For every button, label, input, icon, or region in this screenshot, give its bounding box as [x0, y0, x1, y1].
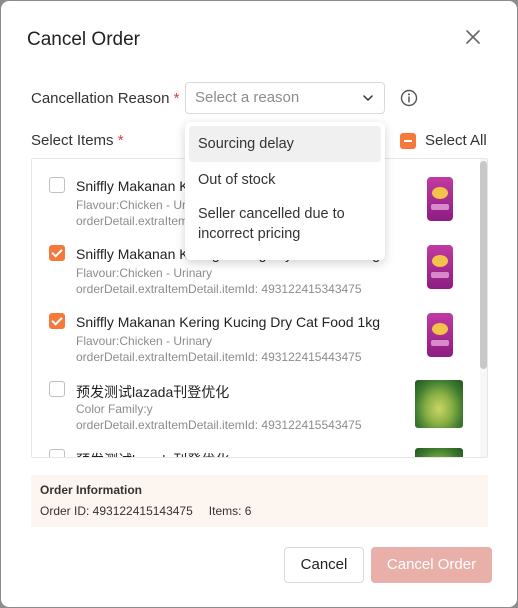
landscape-thumbnail	[415, 448, 463, 457]
reason-select[interactable]: Select a reason	[185, 82, 385, 114]
item-checkbox[interactable]	[49, 381, 65, 397]
reason-placeholder: Select a reason	[195, 89, 300, 106]
close-icon[interactable]	[463, 27, 483, 47]
order-information-row: Order ID: 493122415143475 Items: 6	[40, 504, 488, 518]
item-checkbox[interactable]	[49, 313, 65, 329]
cancel-button[interactable]: Cancel	[284, 547, 364, 583]
select-all-label: Select All	[425, 132, 487, 149]
reason-option-out-of-stock[interactable]: Out of stock	[189, 162, 381, 198]
cancellation-reason-text: Cancellation Reason	[31, 90, 170, 107]
item-name: 预发测试lazada刊登优化	[76, 384, 230, 400]
cat-food-bag-thumbnail	[427, 313, 453, 357]
cancel-order-dialog: Cancel Order Cancellation Reason * Selec…	[1, 1, 517, 607]
dialog-title: Cancel Order	[27, 29, 140, 50]
item-checkbox[interactable]	[49, 245, 65, 261]
select-items-text: Select Items	[31, 132, 114, 149]
cat-food-bag-thumbnail	[427, 177, 453, 221]
cat-food-bag-thumbnail	[427, 245, 453, 289]
reason-option-incorrect-pricing[interactable]: Seller cancelled due to incorrect pricin…	[189, 198, 381, 250]
item-name: Sniffly Makanan Kering Kucing Dry Cat Fo…	[76, 314, 381, 330]
reason-option-sourcing-delay[interactable]: Sourcing delay	[189, 126, 381, 162]
item-detail-id: orderDetail.extraItemDetail.itemId: 4931…	[76, 350, 362, 364]
item-variant: Color Family:y	[76, 402, 153, 416]
info-icon[interactable]	[400, 89, 418, 107]
items-count: Items: 6	[208, 504, 252, 518]
required-mark: *	[173, 90, 180, 107]
item-variant: Flavour:Chicken - Urinary	[76, 334, 213, 348]
item-detail-id: orderDetail.extraItemDetail.itemId: 4931…	[76, 418, 362, 432]
reason-dropdown-menu: Sourcing delay Out of stock Seller cance…	[185, 122, 385, 260]
item-checkbox[interactable]	[49, 449, 65, 457]
select-items-label: Select Items *	[31, 132, 124, 149]
item-name: 预发测试lazada刊登优化	[76, 450, 229, 457]
item-variant: Flavour:Chicken - Urinary	[76, 266, 213, 280]
cancel-order-button[interactable]: Cancel Order	[371, 547, 492, 583]
order-information-title: Order Information	[40, 483, 143, 497]
required-mark: *	[117, 132, 124, 149]
cancellation-reason-label: Cancellation Reason *	[31, 90, 179, 107]
item-checkbox[interactable]	[49, 177, 65, 193]
select-all-checkbox[interactable]: Select All	[400, 132, 487, 149]
order-information-panel: Order Information Order ID: 493122415143…	[31, 475, 488, 527]
indeterminate-checkbox-icon[interactable]	[400, 132, 416, 149]
order-id: Order ID: 493122415143475	[40, 504, 193, 518]
item-detail-id: orderDetail.extraItemDetail.itemId: 4931…	[76, 282, 362, 296]
chevron-down-icon	[363, 95, 373, 101]
landscape-thumbnail	[415, 380, 463, 428]
scrollbar-thumb[interactable]	[480, 161, 487, 369]
